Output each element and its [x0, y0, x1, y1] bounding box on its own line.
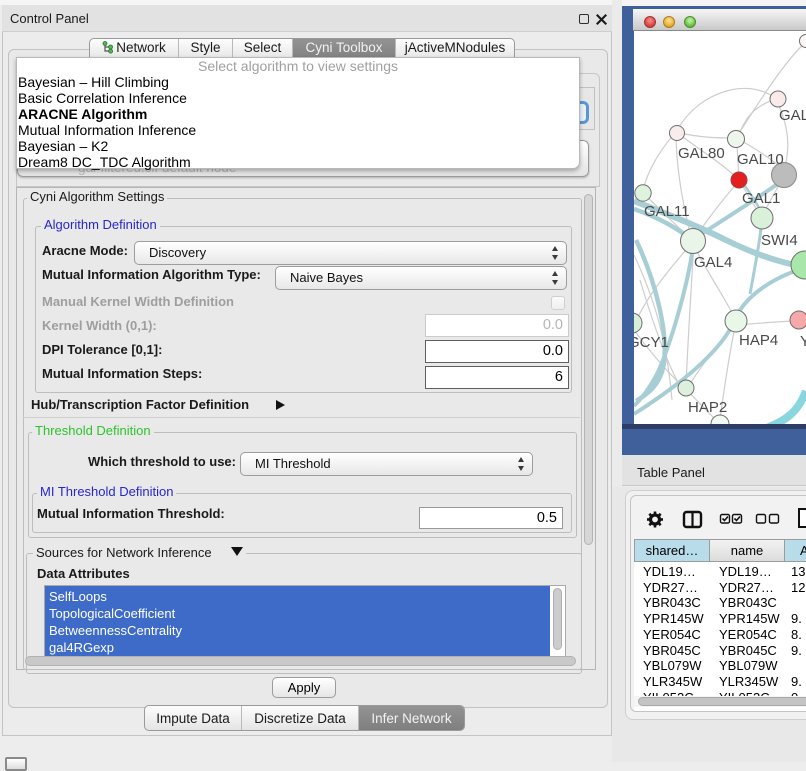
svg-text:GAL10: GAL10 [737, 151, 784, 168]
svg-text:HAP4: HAP4 [739, 332, 778, 349]
svg-text:GAL4: GAL4 [694, 254, 732, 271]
svg-text:GAL2: GAL2 [779, 107, 806, 124]
svg-text:GAL11: GAL11 [644, 203, 690, 220]
svg-text:GAL1: GAL1 [742, 190, 780, 207]
svg-text:GCY1: GCY1 [634, 334, 669, 351]
svg-text:YD: YD [800, 333, 806, 350]
svg-text:HAP2: HAP2 [688, 399, 727, 416]
svg-text:GAL80: GAL80 [678, 145, 725, 162]
svg-text:SWI4: SWI4 [761, 232, 798, 249]
